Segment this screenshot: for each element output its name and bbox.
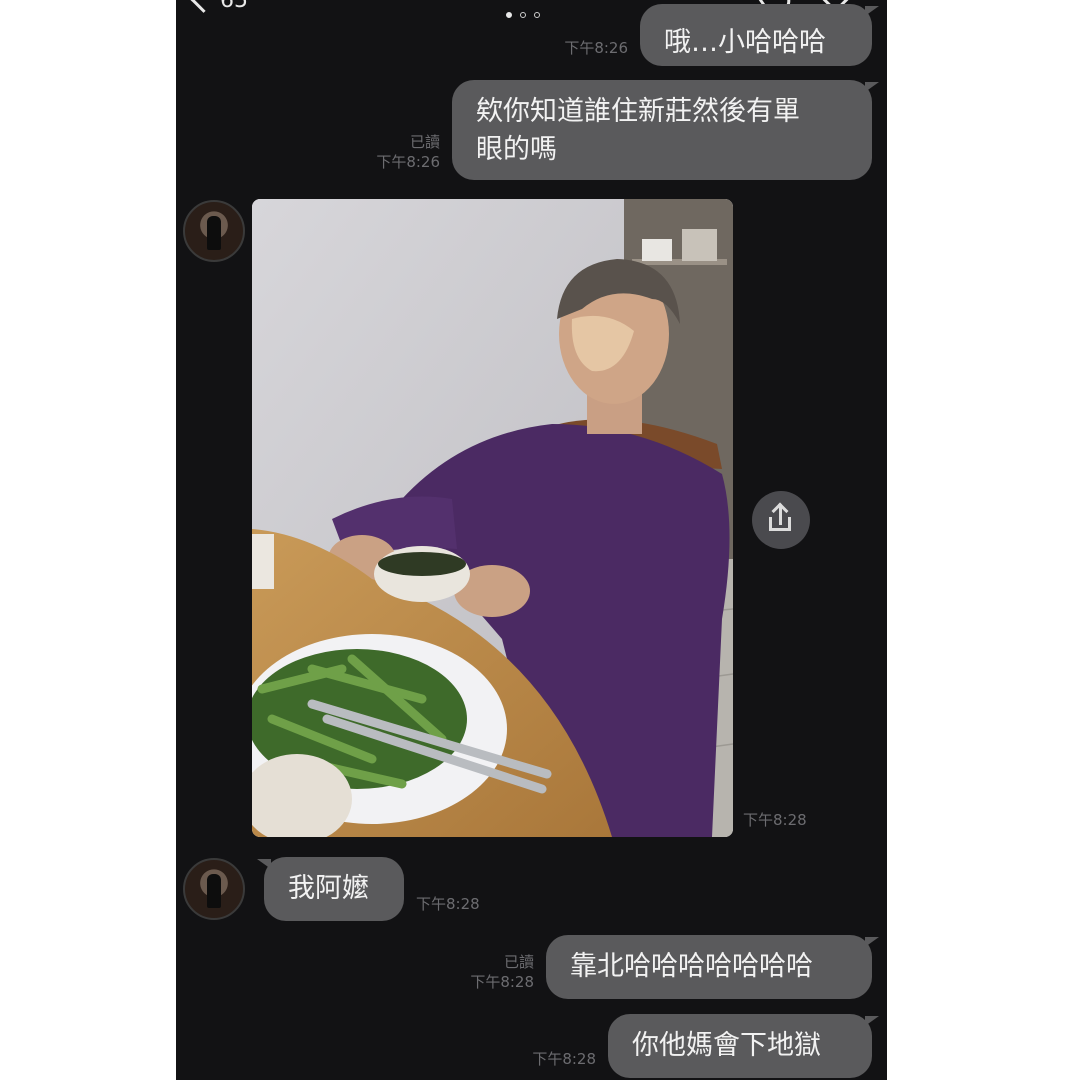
outgoing-message-bubble[interactable]: 欸你知道誰住新莊然後有單 眼的嗎 — [452, 80, 879, 180]
chat-screen: 65 下午8:26 哦…小哈哈哈 已讀 下午8:26 欸你知道誰住新莊然後有單 … — [176, 0, 887, 1080]
share-button[interactable] — [752, 491, 810, 549]
read-receipt: 已讀 — [503, 953, 534, 971]
page-dot — [534, 12, 540, 18]
message-text: 我阿嬤 — [288, 873, 369, 904]
message-text: 靠北哈哈哈哈哈哈哈 — [570, 951, 813, 982]
message-time: 下午8:28 — [532, 1050, 596, 1068]
avatar[interactable] — [183, 858, 245, 920]
outgoing-message-bubble[interactable]: 哦…小哈哈哈 — [640, 4, 879, 66]
read-receipt: 已讀 — [409, 133, 440, 151]
page-indicator — [506, 12, 540, 18]
message-time: 下午8:28 — [470, 973, 534, 991]
shared-photo[interactable] — [252, 199, 733, 837]
message-text: 哦…小哈哈哈 — [664, 27, 826, 58]
avatar[interactable] — [183, 200, 245, 262]
message-time: 下午8:28 — [743, 811, 807, 829]
message-time: 下午8:26 — [376, 153, 440, 171]
message-time: 下午8:28 — [416, 895, 480, 913]
back-chevron-icon[interactable] — [190, 0, 217, 13]
message-text-line: 欸你知道誰住新莊然後有單 — [476, 96, 800, 127]
message-time: 下午8:26 — [564, 39, 628, 57]
incoming-message-bubble[interactable]: 我阿嬤 — [257, 857, 404, 921]
share-icon-tray — [769, 517, 791, 531]
unread-count: 65 — [220, 0, 248, 13]
page-dot — [506, 12, 512, 18]
outgoing-message-bubble[interactable]: 你他媽會下地獄 — [608, 1014, 879, 1078]
photo-image — [252, 199, 733, 837]
page-dot — [520, 12, 526, 18]
message-text: 你他媽會下地獄 — [632, 1030, 821, 1061]
outgoing-message-bubble[interactable]: 靠北哈哈哈哈哈哈哈 — [546, 935, 879, 999]
message-text-line: 眼的嗎 — [476, 134, 557, 165]
